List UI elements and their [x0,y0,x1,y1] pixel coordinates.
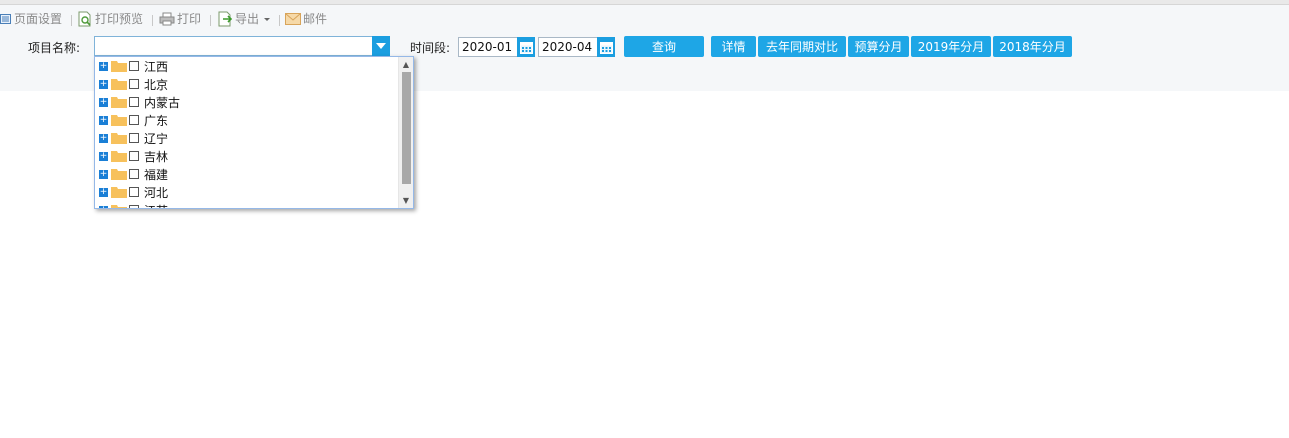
folder-icon [111,133,127,144]
project-name-input[interactable] [95,37,369,55]
calendar-icon [519,41,533,54]
expand-icon[interactable]: + [99,97,108,107]
tree-node-label: 广东 [144,113,169,128]
folder-icon [111,61,127,72]
time-range-label: 时间段: [410,41,451,55]
expand-icon[interactable]: + [99,151,108,161]
print-preview-icon [78,11,91,26]
query-button[interactable]: 查询 [624,36,704,57]
folder-icon [111,115,127,126]
envelope-icon [285,12,301,25]
start-date-input[interactable]: 2020-01 [458,37,518,57]
print-preview-label: 打印预览 [95,12,144,26]
tree-node-label: 江苏 [144,202,168,209]
mail-button[interactable]: 邮件 [285,10,327,27]
page-setup-icon [0,13,11,24]
end-date-value: 2020-04 [542,40,593,54]
folder-icon [111,169,127,180]
tree-node-checkbox[interactable] [129,97,139,107]
tree-node-checkbox[interactable] [129,115,139,125]
toolbar-divider [279,15,280,26]
folder-icon [111,205,127,208]
start-date-calendar-button[interactable] [517,37,535,57]
project-tree-dropdown: + 江西 + 北京 + 内蒙古 + 广东 + 辽宁 + 吉林 + 福建 + 河北… [94,56,414,209]
folder-icon [111,79,127,90]
start-date-value: 2020-01 [462,40,513,54]
expand-icon[interactable]: + [99,205,108,208]
tree-node-label: 内蒙古 [144,95,181,110]
combobox-dropdown-button[interactable] [372,36,390,56]
print-button[interactable]: 打印 [159,10,201,27]
tree-node-jiangsu[interactable]: + 江苏 [95,201,395,209]
end-date-input[interactable]: 2020-04 [538,37,598,57]
toolbar-divider [71,15,72,26]
expand-icon[interactable]: + [99,115,108,125]
tree-node-checkbox[interactable] [129,133,139,143]
expand-icon[interactable]: + [99,187,108,197]
scroll-up-arrow-icon[interactable]: ▲ [399,58,413,70]
print-label: 打印 [177,12,202,26]
toolbar: 页面设置 打印预览 打印 导出 邮件 [0,5,1289,33]
tree-node-neimenggu[interactable]: + 内蒙古 [95,93,395,111]
tree-node-label: 河北 [144,185,169,200]
tree-node-fujian[interactable]: + 福建 [95,165,395,183]
scroll-down-arrow-icon[interactable]: ▼ [399,194,413,206]
export-label: 导出 [235,12,260,26]
yoy-comparison-button[interactable]: 去年同期对比 [758,36,846,57]
tree-node-liaoning[interactable]: + 辽宁 [95,129,395,147]
chevron-down-icon [376,43,386,49]
tree-node-checkbox[interactable] [129,79,139,89]
print-preview-button[interactable]: 打印预览 [77,10,143,27]
tree-node-checkbox[interactable] [129,187,139,197]
tree-node-beijing[interactable]: + 北京 [95,75,395,93]
expand-icon[interactable]: + [99,61,108,71]
tree-scrollbar[interactable]: ▲ ▼ [398,57,413,208]
tree-node-guangdong[interactable]: + 广东 [95,111,395,129]
tree-node-checkbox[interactable] [129,151,139,161]
mail-label: 邮件 [303,12,328,26]
folder-icon [111,187,127,198]
project-name-label: 项目名称: [28,41,81,55]
export-icon [218,11,233,26]
tree-node-label: 福建 [144,167,169,182]
details-button[interactable]: 详情 [711,36,756,57]
expand-icon[interactable]: + [99,79,108,89]
month-2019-button[interactable]: 2019年分月 [911,36,991,57]
scrollbar-thumb[interactable] [402,72,411,184]
chevron-down-icon [264,17,271,21]
calendar-icon [599,41,613,54]
tree-node-label: 北京 [144,77,169,92]
tree-node-label: 辽宁 [144,131,169,146]
page-setup-label: 页面设置 [14,12,63,26]
toolbar-divider [152,15,153,26]
export-button[interactable]: 导出 [217,10,274,27]
tree-node-hebei[interactable]: + 河北 [95,183,395,201]
end-date-calendar-button[interactable] [597,37,615,57]
toolbar-divider [210,15,211,26]
tree-node-label: 吉林 [144,149,169,164]
project-name-combobox[interactable] [94,36,390,56]
tree-node-checkbox[interactable] [129,61,139,71]
budget-month-button[interactable]: 预算分月 [848,36,909,57]
tree-node-checkbox[interactable] [129,205,139,208]
tree-node-checkbox[interactable] [129,169,139,179]
folder-icon [111,151,127,162]
tree-node-jilin[interactable]: + 吉林 [95,147,395,165]
tree-node-jiangxi[interactable]: + 江西 [95,57,395,75]
folder-icon [111,97,127,108]
printer-icon [159,12,175,25]
month-2018-button[interactable]: 2018年分月 [993,36,1072,57]
expand-icon[interactable]: + [99,169,108,179]
expand-icon[interactable]: + [99,133,108,143]
tree-node-label: 江西 [144,59,169,74]
page-setup-button[interactable]: 页面设置 [0,10,62,27]
